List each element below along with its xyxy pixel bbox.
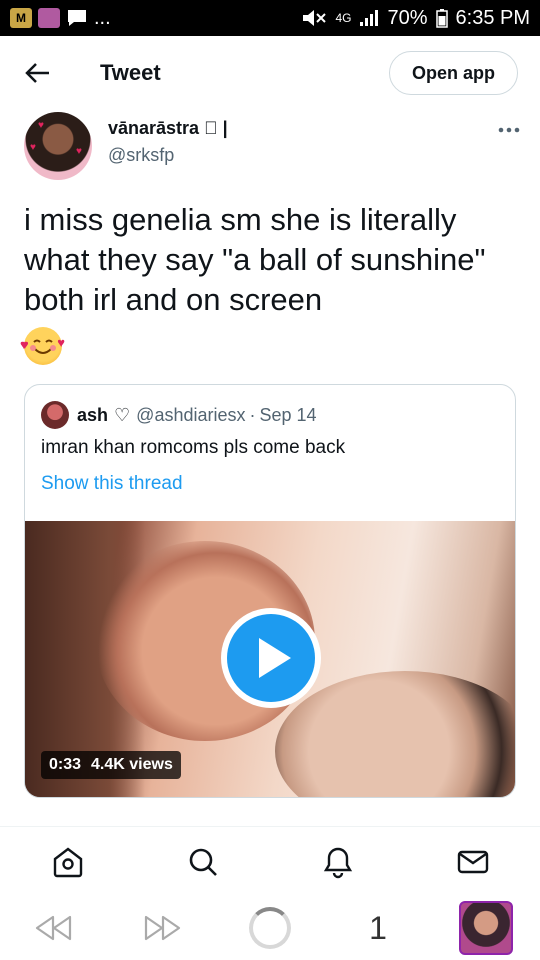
profile-thumbnail xyxy=(459,901,513,955)
nav-divider xyxy=(0,826,540,827)
notification-icon-1: M xyxy=(10,8,32,28)
battery-percent: 70% xyxy=(387,6,428,29)
browser-refresh-button[interactable] xyxy=(216,907,324,949)
show-thread-link[interactable]: Show this thread xyxy=(41,473,183,495)
quoted-tweet[interactable]: ash ♡ @ashdiariesx · Sep 14 imran khan r… xyxy=(24,384,516,798)
video-frame-decoration xyxy=(275,671,515,797)
back-button[interactable] xyxy=(22,57,54,89)
browser-forward-button[interactable] xyxy=(108,913,216,943)
browser-profile-button[interactable] xyxy=(432,901,540,955)
signal-icon xyxy=(360,10,379,26)
author-display-name[interactable]: vānarāstra   | xyxy=(108,118,228,139)
video-duration: 0:33 xyxy=(49,756,82,773)
message-icon xyxy=(68,10,86,26)
clock: 6:35 PM xyxy=(455,6,530,29)
status-bar: M ... 4G 70% 6:35 PM xyxy=(0,0,540,36)
loading-spinner-icon xyxy=(249,907,291,949)
status-notifications: M ... xyxy=(10,7,111,30)
white-heart-icon: ♡ xyxy=(114,404,131,425)
quoted-avatar xyxy=(41,401,69,429)
separator-dot: · xyxy=(249,404,256,425)
battery-icon xyxy=(435,9,448,28)
status-overflow: ... xyxy=(94,6,111,29)
open-app-button[interactable]: Open app xyxy=(388,51,518,95)
mail-icon xyxy=(457,850,488,874)
nav-search[interactable] xyxy=(135,830,270,894)
tab-count-button[interactable]: 1 xyxy=(324,910,432,947)
video-info-badge: 0:33 4.4K views xyxy=(41,751,181,779)
tweet-body: i miss genelia sm she is literally what … xyxy=(24,202,486,317)
play-icon xyxy=(227,614,315,702)
quoted-handle: @ashdiariesx xyxy=(136,404,246,425)
tweet-header: Tweet Open app xyxy=(0,36,540,110)
more-icon xyxy=(498,127,520,133)
home-icon xyxy=(53,847,82,878)
nav-messages[interactable] xyxy=(405,830,540,894)
quoted-name: ash xyxy=(77,404,109,425)
quoted-text: imran khan romcoms pls come back xyxy=(41,437,346,458)
video-views: 4.4K views xyxy=(91,756,173,773)
nav-notifications[interactable] xyxy=(270,830,405,894)
bottom-nav xyxy=(0,830,540,894)
play-button[interactable] xyxy=(221,608,321,708)
heart-decoration: ♥ xyxy=(38,120,44,131)
bell-icon xyxy=(323,847,352,879)
author-avatar[interactable]: ♥ ♥ ♥ xyxy=(24,112,92,180)
tweet-text: i miss genelia sm she is literally what … xyxy=(20,200,520,365)
nav-home[interactable] xyxy=(0,830,135,894)
quoted-date: Sep 14 xyxy=(259,404,317,425)
heart-decoration: ♥ xyxy=(76,146,82,157)
tweet-author: ♥ ♥ ♥ vānarāstra   | @srksfp xyxy=(24,112,520,184)
author-handle[interactable]: @srksfp xyxy=(108,145,228,166)
fast-forward-icon xyxy=(144,915,181,941)
notification-icon-2 xyxy=(38,8,60,28)
network-type: 4G xyxy=(335,11,352,25)
tab-count: 1 xyxy=(369,909,387,946)
browser-back-button[interactable] xyxy=(0,913,108,943)
page-title: Tweet xyxy=(100,60,161,85)
browser-toolbar: 1 xyxy=(0,896,540,960)
video-player[interactable]: 0:33 4.4K views xyxy=(25,521,515,797)
quoted-tweet-header: ash ♡ @ashdiariesx · Sep 14 xyxy=(41,401,317,429)
rewind-icon xyxy=(35,915,72,941)
mute-icon xyxy=(303,10,327,26)
more-options-button[interactable] xyxy=(498,116,520,139)
heart-decoration: ♥ xyxy=(30,142,36,153)
search-icon xyxy=(189,848,217,876)
smiling-face-with-hearts-icon: ♥ ♥ ♥ xyxy=(20,326,65,365)
arrow-left-icon xyxy=(25,63,49,83)
